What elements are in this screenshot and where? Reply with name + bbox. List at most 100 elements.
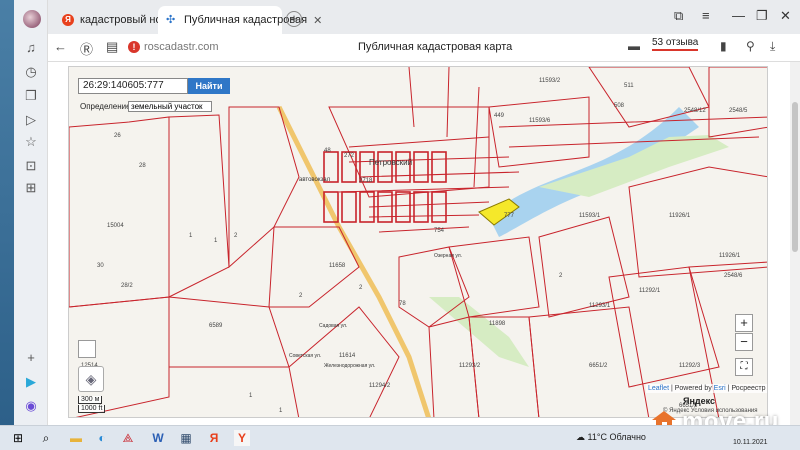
bookmark-icon[interactable]: ▮ bbox=[720, 39, 727, 53]
parcel-label: 2718 bbox=[359, 178, 373, 184]
building-block[interactable] bbox=[431, 191, 447, 223]
acrobat-icon[interactable]: ⟁ bbox=[120, 430, 136, 446]
building-block[interactable] bbox=[377, 151, 393, 183]
edge-icon[interactable]: ◐ bbox=[94, 430, 110, 446]
parcel-boundary[interactable] bbox=[488, 96, 590, 168]
parcel-boundary[interactable] bbox=[69, 116, 170, 308]
security-warning-icon[interactable]: ! bbox=[128, 41, 140, 53]
alice-icon[interactable]: ◉ bbox=[23, 398, 39, 414]
tabs-menu-icon[interactable]: ⧉ bbox=[674, 8, 683, 24]
play-icon[interactable]: ▷ bbox=[23, 112, 39, 128]
building-block[interactable] bbox=[413, 191, 429, 223]
add-icon[interactable]: + bbox=[23, 350, 39, 366]
media-icon[interactable]: ▶ bbox=[23, 374, 39, 390]
parcel-label: 1 bbox=[189, 233, 193, 239]
map-canvas[interactable]: 26 28 15004 30 28/2 1 2 1 11593/2 511 508 449 11593/… bbox=[69, 67, 768, 418]
zoom-out-button[interactable]: − bbox=[735, 333, 753, 351]
parcel-boundary[interactable] bbox=[688, 261, 768, 418]
tab-public-map[interactable]: ✣ Публичная кадастровая ✕ bbox=[158, 6, 322, 34]
parcel-label: 28/2 bbox=[121, 283, 133, 289]
layers-icon[interactable]: ◈ bbox=[78, 366, 104, 392]
menu-icon[interactable]: ≡ bbox=[702, 8, 710, 23]
find-button[interactable]: Найти bbox=[188, 78, 230, 94]
parcel-label: 449 bbox=[494, 113, 505, 119]
parcel-label: 11593/2 bbox=[539, 78, 561, 84]
reader-icon[interactable]: Ⓡ bbox=[80, 39, 93, 58]
collections-icon[interactable]: ❐ bbox=[23, 88, 39, 104]
screenshot-icon[interactable]: ⊡ bbox=[23, 158, 39, 174]
parcel-boundary[interactable] bbox=[368, 201, 490, 233]
parcel-label: 26 bbox=[114, 133, 121, 139]
parcel-boundary[interactable] bbox=[268, 226, 360, 308]
building-block[interactable] bbox=[395, 191, 411, 223]
minimize-icon[interactable]: — bbox=[732, 8, 745, 23]
parcel-label: 508 bbox=[614, 103, 625, 109]
extension-icon[interactable]: ▬ bbox=[628, 39, 640, 53]
download-icon[interactable]: ⤓ bbox=[770, 39, 775, 54]
back-icon[interactable]: ← bbox=[54, 39, 67, 54]
page-icon[interactable]: ▤ bbox=[106, 39, 118, 55]
yandex-favicon: Я bbox=[62, 14, 74, 26]
place-label: Советская ул. bbox=[289, 353, 321, 359]
history-icon[interactable]: ◷ bbox=[23, 64, 39, 80]
object-type-select[interactable]: земельный участок bbox=[128, 101, 212, 112]
parcel-label: 78 bbox=[399, 301, 406, 307]
tab-cadastral-number[interactable]: Я кадастровый номер 26:29 bbox=[54, 6, 212, 34]
parcel-label: 11658 bbox=[329, 263, 346, 269]
cadastral-map[interactable]: 26 28 15004 30 28/2 1 2 1 11593/2 511 508 449 11593/… bbox=[68, 66, 768, 418]
word-icon[interactable]: W bbox=[150, 430, 166, 446]
building-block[interactable] bbox=[341, 191, 357, 223]
parcel-boundary[interactable] bbox=[708, 67, 768, 138]
weather-widget[interactable]: ☁ 11°C Облачно bbox=[576, 432, 646, 443]
reviews-badge[interactable]: 53 отзыва bbox=[652, 37, 699, 51]
parcel-label: 11593/6 bbox=[529, 118, 551, 124]
parcel-label: 11593/1 bbox=[579, 213, 601, 219]
place-label: Озерная ул. bbox=[434, 253, 462, 259]
cadastral-search-input[interactable]: 26:29:140605:777 bbox=[78, 78, 188, 94]
parcel-label: 11614 bbox=[339, 353, 356, 359]
parcel-boundary[interactable] bbox=[538, 216, 630, 318]
parcel-boundary[interactable] bbox=[628, 166, 768, 278]
rosreestr-label: | Росреестр bbox=[727, 385, 766, 392]
parcel-label: 6589 bbox=[209, 323, 223, 329]
close-window-icon[interactable]: ✕ bbox=[780, 8, 791, 24]
search-icon[interactable]: ⌕ bbox=[38, 430, 54, 446]
leaflet-link[interactable]: Leaflet bbox=[648, 385, 669, 392]
building-block[interactable] bbox=[431, 151, 447, 183]
fullscreen-icon[interactable]: ⛶ bbox=[735, 358, 753, 376]
building-block[interactable] bbox=[413, 151, 429, 183]
windows-start-icon[interactable]: ⊞ bbox=[10, 430, 26, 446]
parcel-boundary[interactable] bbox=[168, 114, 230, 298]
parcel-label: 1 bbox=[279, 408, 283, 414]
pin-icon[interactable]: ⚲ bbox=[746, 39, 755, 53]
star-icon[interactable]: ☆ bbox=[23, 134, 39, 150]
parcel-label: 2548/12 bbox=[684, 108, 706, 114]
parcel-label: 777 bbox=[504, 213, 515, 219]
app-icon[interactable]: ▦ bbox=[178, 430, 194, 446]
esri-link[interactable]: Esri bbox=[714, 385, 726, 392]
scrollbar-thumb[interactable] bbox=[792, 102, 798, 252]
parcel-boundary[interactable] bbox=[588, 67, 710, 128]
bell-icon[interactable]: ♫ bbox=[23, 40, 39, 56]
parcel-label: 2 bbox=[299, 293, 303, 299]
close-tab-icon[interactable]: ✕ bbox=[313, 14, 322, 27]
yandex-taskbar-icon[interactable]: Я bbox=[206, 430, 222, 446]
building-block[interactable] bbox=[395, 151, 411, 183]
file-explorer-icon[interactable]: ▬ bbox=[68, 430, 84, 446]
parcel-boundary[interactable] bbox=[408, 67, 480, 188]
restore-icon[interactable]: ❐ bbox=[756, 8, 768, 24]
zoom-in-button[interactable]: + bbox=[735, 314, 753, 332]
yandex-browser-taskbar-icon[interactable]: Y bbox=[234, 430, 250, 446]
parcel-label: 2548/5 bbox=[729, 108, 748, 114]
new-tab-button[interactable]: + bbox=[286, 11, 302, 27]
clock-date[interactable]: 10.11.2021 bbox=[733, 439, 768, 446]
parcel-label: 15004 bbox=[107, 223, 124, 229]
scrollbar[interactable] bbox=[790, 62, 800, 425]
apps-grid-icon[interactable]: ⊞ bbox=[23, 180, 39, 196]
parcel-label: 2 bbox=[359, 285, 363, 291]
parcel-label: 11294/2 bbox=[369, 383, 391, 389]
profile-avatar[interactable] bbox=[23, 10, 41, 28]
draw-tool-icon[interactable] bbox=[78, 340, 96, 358]
parcel-label: 28 bbox=[139, 163, 146, 169]
url-field[interactable]: roscadastr.com bbox=[144, 41, 219, 53]
